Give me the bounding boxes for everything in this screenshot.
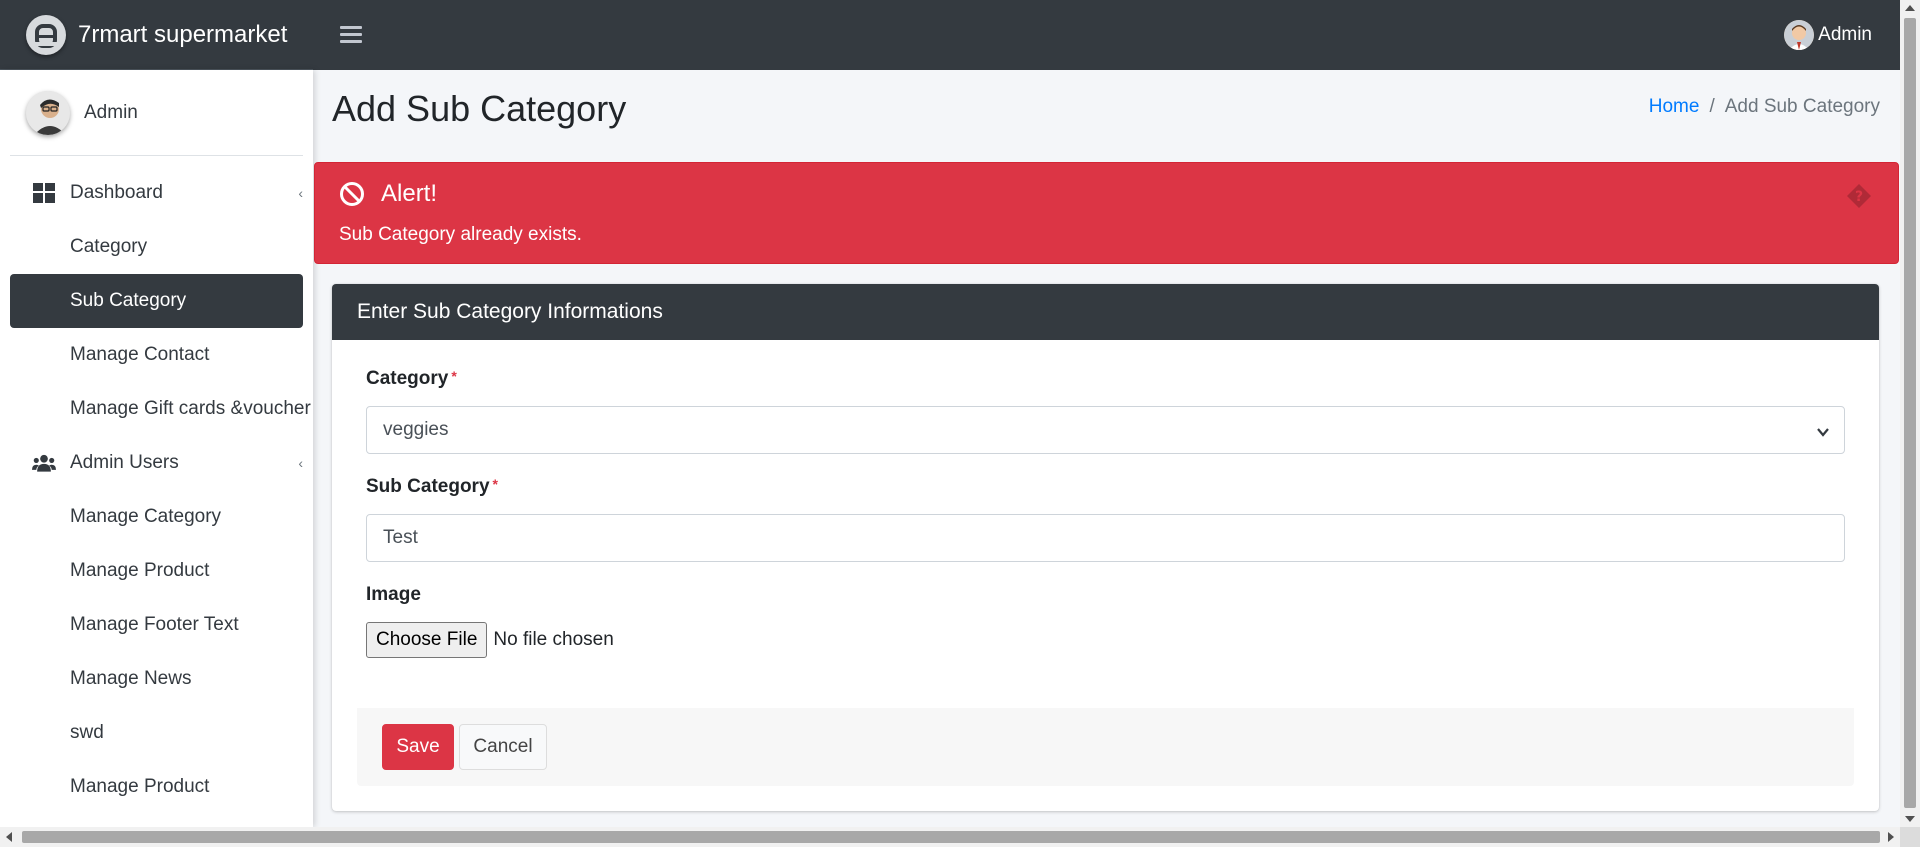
breadcrumb-home-link[interactable]: Home: [1649, 96, 1700, 118]
sidebar: Admin Dashboard ‹ Category Sub Category …: [0, 70, 313, 827]
sidebar-item-manage-footer-text[interactable]: Manage Footer Text: [10, 598, 303, 652]
brand-name: 7rmart supermarket: [78, 20, 288, 48]
menu-toggle-icon[interactable]: [340, 22, 362, 46]
card-header: Enter Sub Category Informations: [332, 284, 1879, 340]
brand-logo-icon: [26, 14, 66, 55]
scroll-down-icon[interactable]: [1905, 816, 1915, 822]
sidebar-item-label: Manage Product: [70, 776, 210, 797]
chevron-down-icon: [1816, 423, 1830, 445]
sidebar-item-manage-category[interactable]: Manage Category: [10, 490, 303, 544]
top-user-name: Admin: [1818, 24, 1872, 45]
category-select[interactable]: veggies: [366, 406, 1845, 454]
users-icon: [32, 453, 56, 473]
sidebar-item-label: Manage Footer Text: [70, 614, 239, 635]
horizontal-scrollbar[interactable]: [0, 827, 1900, 847]
sidebar-item-dashboard[interactable]: Dashboard ‹: [10, 166, 303, 220]
subcategory-label: Sub Category *: [366, 476, 498, 498]
sidebar-item-label: Manage Category: [70, 506, 222, 527]
dashboard-icon: [32, 183, 56, 203]
caret-left-icon: ‹: [298, 455, 303, 471]
vertical-scroll-thumb[interactable]: [1904, 18, 1916, 808]
alert-close-icon[interactable]: ?: [1846, 183, 1872, 209]
vertical-scrollbar[interactable]: [1900, 0, 1920, 827]
top-navbar: 7rmart supermarket Admin: [0, 0, 1900, 70]
brand-link[interactable]: 7rmart supermarket: [0, 0, 313, 70]
sidebar-user-name: Admin: [84, 101, 138, 123]
sidebar-item-category[interactable]: Category: [10, 220, 303, 274]
sidebar-item-label: Manage Product: [70, 560, 210, 581]
sidebar-item-label: Dashboard: [70, 182, 163, 203]
alert-title: Alert!: [381, 180, 438, 207]
sidebar-item-sub-category[interactable]: Sub Category: [10, 274, 303, 328]
breadcrumb: Home / Add Sub Category: [1649, 96, 1880, 118]
sidebar-item-label: swd: [70, 722, 104, 743]
choose-file-button[interactable]: Choose File: [366, 622, 488, 658]
sidebar-item-label: Admin Users: [70, 452, 179, 473]
sidebar-item-manage-product[interactable]: Manage Product: [10, 544, 303, 598]
subcategory-form-card: Enter Sub Category Informations Category…: [332, 284, 1879, 811]
card-footer: Save Cancel: [357, 708, 1854, 786]
breadcrumb-current: Add Sub Category: [1724, 96, 1880, 117]
save-button[interactable]: Save: [382, 724, 454, 770]
sidebar-item-label: Manage Gift cards &voucher: [70, 398, 311, 419]
category-label: Category *: [366, 368, 457, 390]
sidebar-item-manage-news[interactable]: Manage News: [10, 652, 303, 706]
sidebar-item-manage-gift-cards[interactable]: Manage Gift cards &voucher: [10, 382, 311, 436]
ban-icon: [339, 181, 365, 212]
user-avatar: [1784, 20, 1815, 50]
sidebar-nav: Dashboard ‹ Category Sub Category Manage…: [0, 166, 313, 814]
subcategory-label-text: Sub Category: [366, 476, 490, 497]
sidebar-item-manage-product-2[interactable]: Manage Product: [10, 760, 303, 814]
file-status: No file chosen: [493, 629, 614, 650]
scroll-left-icon[interactable]: [6, 832, 12, 842]
sidebar-item-label: Manage News: [70, 668, 192, 689]
scrollbar-corner: [1900, 827, 1920, 847]
scroll-up-icon[interactable]: [1905, 5, 1915, 11]
required-mark: *: [492, 476, 498, 492]
horizontal-scroll-thumb[interactable]: [22, 831, 1880, 843]
category-select-value: veggies: [383, 419, 449, 440]
sidebar-item-label: Category: [70, 236, 148, 257]
alert-message: Sub Category already exists.: [339, 224, 582, 245]
cancel-button[interactable]: Cancel: [459, 724, 547, 770]
caret-left-icon: ‹: [298, 185, 303, 201]
sidebar-item-label: Sub Category: [70, 290, 187, 311]
sidebar-item-label: Manage Contact: [70, 344, 210, 365]
sidebar-user-avatar: [26, 90, 70, 135]
svg-text:?: ?: [1855, 189, 1863, 205]
image-label: Image: [366, 584, 421, 605]
sidebar-item-manage-contact[interactable]: Manage Contact: [10, 328, 303, 382]
sidebar-user-panel[interactable]: Admin: [10, 70, 303, 156]
required-mark: *: [451, 368, 457, 384]
subcategory-input[interactable]: Test: [366, 514, 1845, 562]
scroll-right-icon[interactable]: [1888, 832, 1894, 842]
breadcrumb-separator: /: [1709, 96, 1715, 117]
sidebar-item-admin-users[interactable]: Admin Users ‹: [10, 436, 303, 490]
top-user-menu[interactable]: Admin: [1784, 0, 1872, 70]
subcategory-input-value: Test: [383, 527, 418, 548]
category-label-text: Category: [366, 368, 449, 389]
image-file-input[interactable]: Choose File No file chosen: [366, 622, 614, 658]
sidebar-item-swd[interactable]: swd: [10, 706, 303, 760]
error-alert: Alert! Sub Category already exists. ?: [314, 162, 1899, 264]
page-title: Add Sub Category: [332, 88, 627, 129]
